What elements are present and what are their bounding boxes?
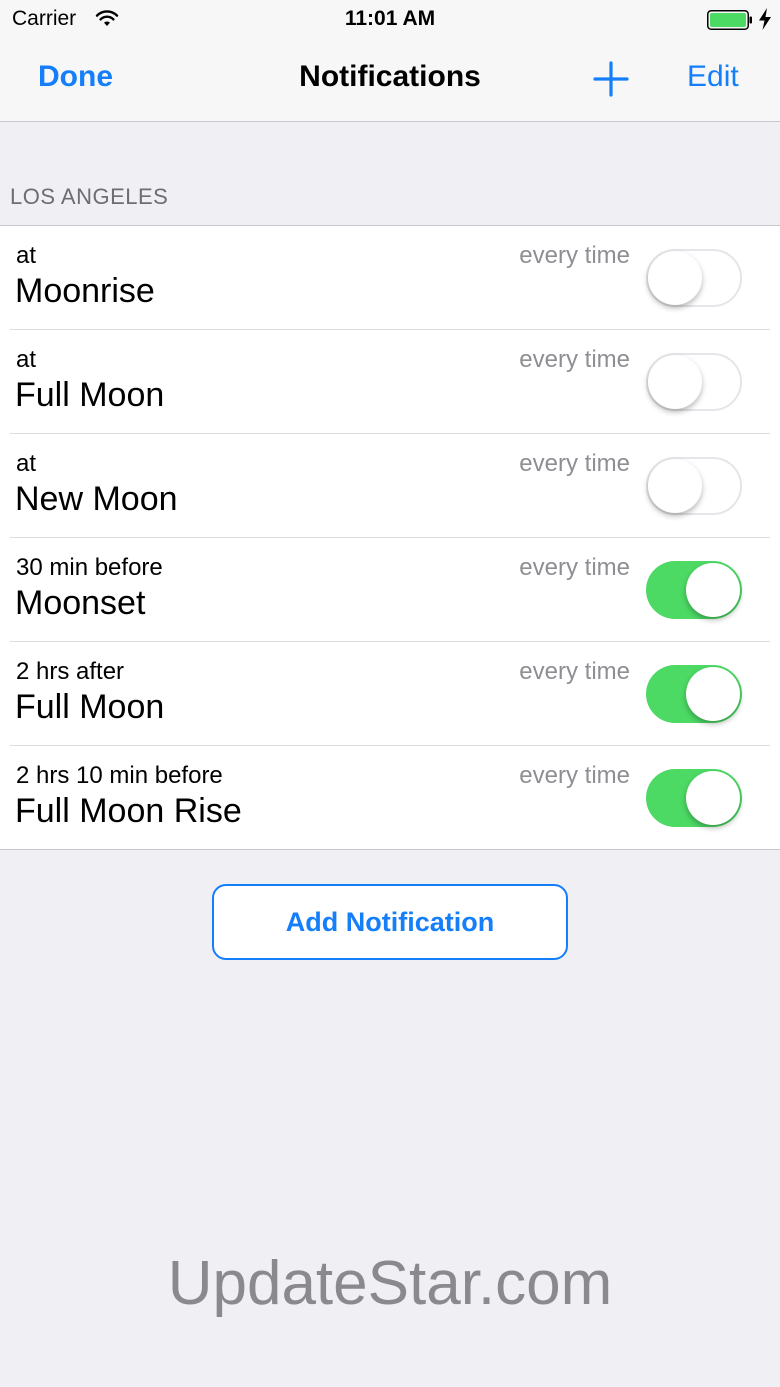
battery-icon [707,10,752,30]
notification-row[interactable]: 2 hrs after Full Moon every time [0,641,780,745]
notification-row[interactable]: at Full Moon every time [0,329,780,433]
notification-timing: at [16,242,37,269]
notification-row[interactable]: at New Moon every time [0,433,780,537]
toggle-knob [648,459,702,513]
notification-row[interactable]: 2 hrs 10 min before Full Moon Rise every… [0,745,780,849]
notification-timing: at [16,450,37,477]
plus-icon[interactable] [592,60,630,98]
toggle-knob [686,667,740,721]
notification-toggle[interactable] [646,457,742,515]
notification-event: Full Moon Rise [15,792,242,830]
notification-toggle[interactable] [646,665,742,723]
notification-repeat: every time [519,346,630,373]
notification-toggle[interactable] [646,561,742,619]
notification-toggle[interactable] [646,353,742,411]
notification-row[interactable]: 30 min before Moonset every time [0,537,780,641]
notification-repeat: every time [519,658,630,685]
notification-repeat: every time [519,242,630,269]
status-bar: Carrier 11:01 AM [0,0,780,40]
notification-row[interactable]: at Moonrise every time [0,226,780,329]
notifications-table: at Moonrise every time at Full Moon ever… [0,225,780,850]
notification-event: Moonset [15,584,146,622]
notification-event: Moonrise [15,272,155,310]
toggle-knob [686,563,740,617]
notification-repeat: every time [519,554,630,581]
edit-button[interactable]: Edit [687,60,739,94]
navigation-bar: Done Notifications Edit [0,40,780,122]
toggle-knob [648,355,702,409]
notification-toggle[interactable] [646,769,742,827]
notification-event: New Moon [15,480,178,518]
notification-repeat: every time [519,450,630,477]
add-notification-button[interactable]: Add Notification [212,884,568,960]
notification-timing: at [16,346,37,373]
page-title: Notifications [299,60,481,93]
notification-event: Full Moon [15,688,165,726]
notification-timing: 2 hrs 10 min before [16,762,223,789]
notification-repeat: every time [519,762,630,789]
toggle-knob [686,771,740,825]
section-header: LOS ANGELES [10,184,169,209]
notification-timing: 30 min before [16,554,163,581]
watermark-text: UpdateStar.com [167,1249,613,1318]
notification-event: Full Moon [15,376,165,414]
notification-toggle[interactable] [646,249,742,307]
notification-timing: 2 hrs after [16,658,125,685]
charging-bolt-icon [759,8,771,30]
toggle-knob [648,251,702,305]
status-time: 11:01 AM [344,7,436,30]
